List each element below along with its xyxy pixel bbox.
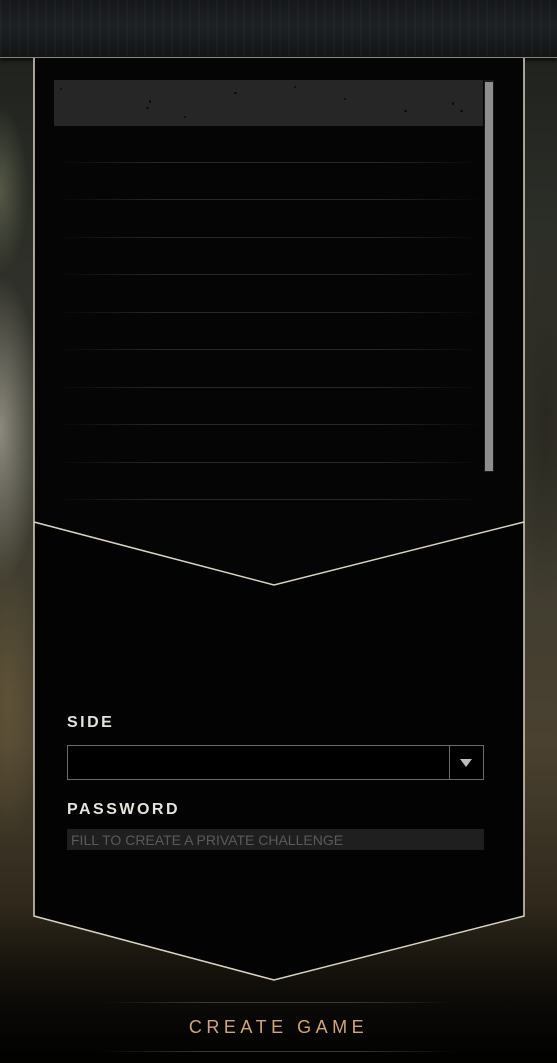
list-item[interactable] [54, 351, 483, 389]
list-item[interactable] [54, 126, 483, 164]
side-label: SIDE [67, 714, 115, 731]
create-game-divider-bottom [100, 1051, 457, 1052]
password-input[interactable] [67, 829, 484, 850]
list-item[interactable] [54, 463, 483, 501]
list-item[interactable] [54, 201, 483, 239]
create-game-divider-top [100, 1002, 457, 1003]
side-dropdown-toggle[interactable] [449, 746, 483, 779]
list-item[interactable] [54, 276, 483, 314]
list-item[interactable] [54, 313, 483, 351]
game-list [54, 126, 483, 501]
password-label: PASSWORD [67, 801, 181, 818]
game-list-scrollbar[interactable] [485, 82, 493, 471]
chevron-down-icon [460, 759, 472, 767]
game-list-header [54, 80, 483, 126]
list-item[interactable] [54, 163, 483, 201]
list-item[interactable] [54, 388, 483, 426]
create-game-button[interactable]: CREATE GAME [100, 1004, 457, 1050]
list-item[interactable] [54, 238, 483, 276]
list-item[interactable] [54, 426, 483, 464]
side-select[interactable] [67, 745, 484, 780]
